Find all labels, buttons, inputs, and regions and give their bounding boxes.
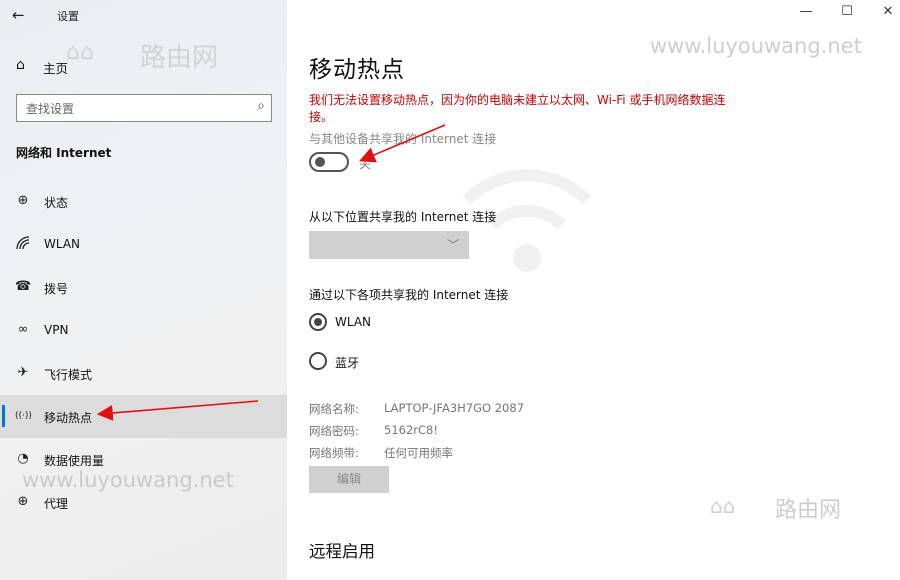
airplane-icon: ✈ [17,365,29,380]
search-icon[interactable]: ⌕ [257,98,265,114]
watermark-url: www.luyouwang.net [22,468,234,492]
sidebar-item-label: WLAN [44,237,81,251]
search-placeholder: 查找设置 [26,102,75,116]
section-title: 网络和 Internet [16,146,112,160]
maximize-button[interactable]: ☐ [832,4,862,19]
error-message: 我们无法设置移动热点，因为你的电脑未建立以太网、Wi-Fi 或手机网络数据连接。 [309,93,726,124]
network-name-value: LAPTOP-JFA3H7GO 2087 [384,401,525,415]
app-title: 设置 [57,10,79,23]
chevron-down-icon: ﹀ [446,238,459,252]
sidebar: ← 设置 ⌂ 主页 查找设置 ⌕ 网络和 Internet ⊕ 状态 WLAN … [0,0,287,580]
router-logo-icon: ⌂⌂ [710,494,736,518]
share-via-label: 通过以下各项共享我的 Internet 连接 [309,288,509,302]
toggle-knob [315,157,325,167]
sidebar-item-airplane-mode[interactable]: ✈ 飞行模式 [0,352,287,395]
vpn-icon: ∞ [17,322,29,337]
share-from-label: 从以下位置共享我的 Internet 连接 [309,210,497,224]
sidebar-item-mobile-hotspot[interactable]: ((·)) 移动热点 [0,395,287,438]
dialup-icon: ☎ [15,279,32,294]
router-logo-icon: ⌂⌂ [66,40,94,65]
proxy-icon: ⊕ [17,494,29,509]
toggle-state-label: 关 [359,157,372,171]
sidebar-item-dialup[interactable]: ☎ 拨号 [0,266,287,309]
share-connection-label: 与其他设备共享我的 Internet 连接 [309,132,497,146]
sidebar-item-label: 状态 [44,196,69,210]
network-band-value: 任何可用频率 [384,446,453,460]
connection-source-dropdown[interactable]: ﹀ [309,231,469,259]
watermark-brand: 路由网 [140,43,219,73]
hotspot-icon: ((·)) [15,411,32,421]
search-settings-input[interactable]: 查找设置 ⌕ [16,94,272,122]
sidebar-item-label: 代理 [44,497,69,511]
radio-label: WLAN [335,315,372,329]
sidebar-item-label: 数据使用量 [44,454,105,468]
sidebar-item-vpn[interactable]: ∞ VPN [0,309,287,352]
remote-start-title: 远程启用 [309,542,375,561]
sidebar-item-label: VPN [44,323,69,337]
title-bar: ← 设置 [0,0,287,32]
radio-label: 蓝牙 [335,356,360,370]
sidebar-item-label: 拨号 [44,282,69,296]
sidebar-item-label: 飞行模式 [44,368,93,382]
network-name-key: 网络名称: [309,402,359,416]
page-title: 移动热点 [309,57,405,83]
edit-button[interactable]: 编辑 [309,466,389,493]
data-usage-icon: ◔ [17,451,29,466]
watermark-brand: 路由网 [775,498,842,523]
radio-button-checked[interactable] [309,313,327,331]
sidebar-item-wlan[interactable]: WLAN [0,223,287,266]
network-password-key: 网络密码: [309,424,359,438]
home-icon: ⌂ [16,57,25,73]
minimize-button[interactable]: — [791,4,821,19]
close-button[interactable]: ✕ [873,4,900,19]
sidebar-item-label: 移动热点 [44,411,93,425]
wifi-icon [15,236,31,252]
network-band-key: 网络频带: [309,446,359,460]
home-label: 主页 [43,61,69,76]
hotspot-toggle[interactable] [309,152,349,172]
sidebar-item-status[interactable]: ⊕ 状态 [0,180,287,223]
watermark-url: www.luyouwang.net [650,34,862,58]
radio-button[interactable] [309,352,327,370]
network-password-value: 5162rC8! [384,423,438,437]
globe-icon: ⊕ [17,193,29,208]
back-arrow-icon[interactable]: ← [12,5,34,25]
